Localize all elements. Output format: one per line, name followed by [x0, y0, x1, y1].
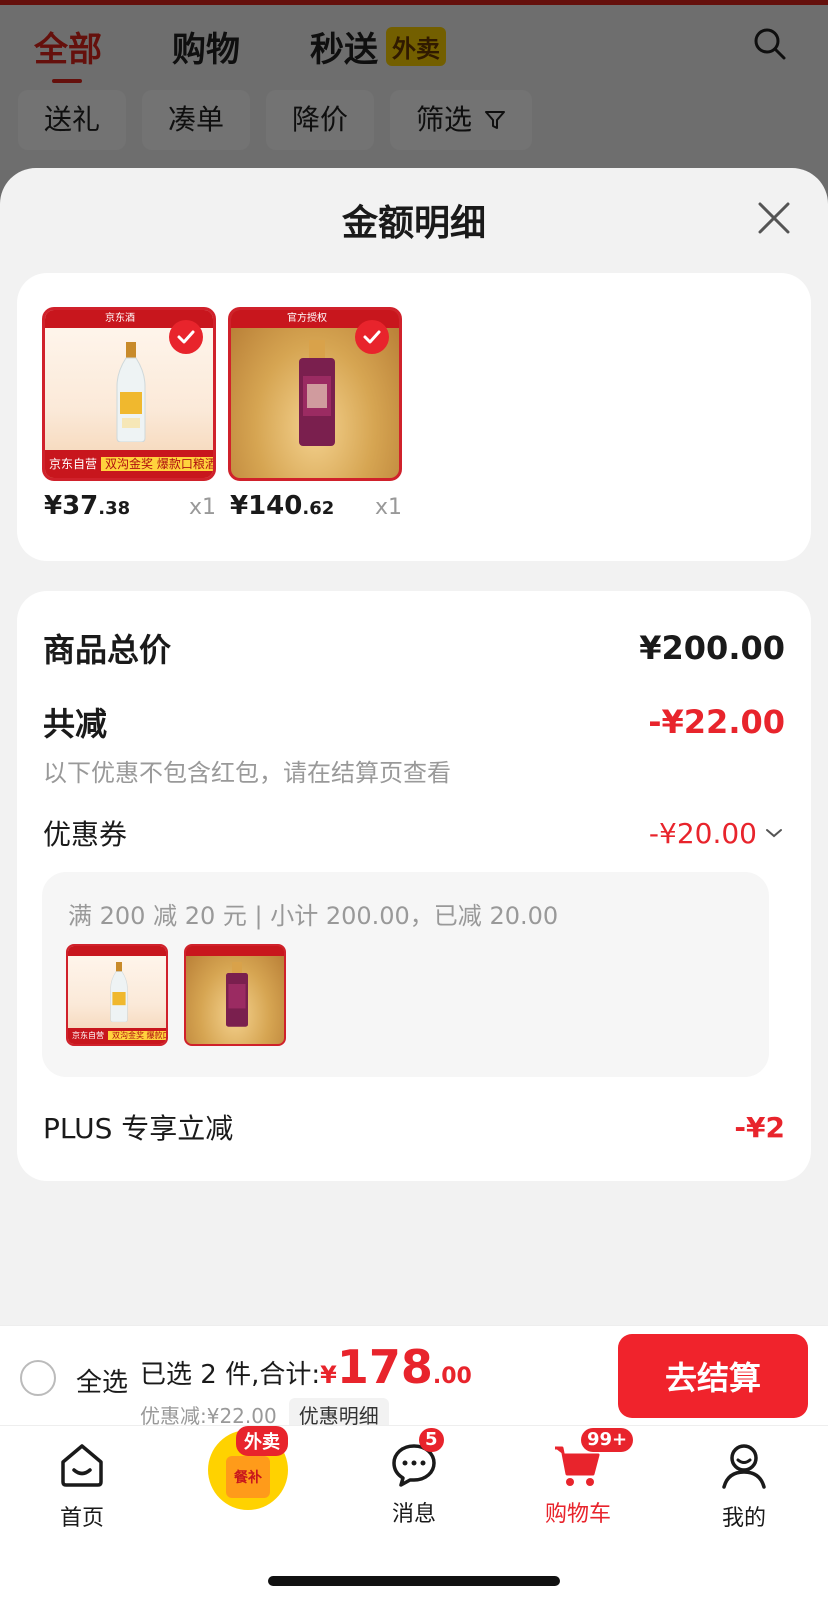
coupon-product-thumb — [184, 944, 286, 1046]
price-int: ¥37 — [44, 491, 99, 521]
product-price: ¥37.38 — [44, 491, 130, 521]
checked-icon[interactable] — [355, 320, 389, 354]
nav-home[interactable]: 首页 — [22, 1440, 142, 1532]
image-banner — [186, 946, 284, 956]
price-int: ¥140 — [230, 491, 303, 521]
selected-products-card: 京东酒 京东自营 双沟金奖 爆款口粮酒 ¥37.38 x1 官方授权 ¥140.… — [17, 273, 811, 561]
cart-badge: 99+ — [581, 1428, 634, 1452]
close-icon[interactable] — [754, 198, 794, 238]
product-image-baijiu: 京东酒 京东自营 双沟金奖 爆款口粮酒 — [42, 307, 216, 481]
checked-icon[interactable] — [169, 320, 203, 354]
bottle-image — [226, 962, 248, 1027]
nav-me[interactable]: 我的 — [684, 1440, 804, 1532]
total-reduce-row: 共减 -¥22.00 — [43, 699, 785, 745]
message-badge: 5 — [419, 1428, 444, 1452]
price-dec: .38 — [98, 498, 131, 519]
product-qty: x1 — [188, 495, 216, 520]
message-icon-wrap: 5 — [389, 1428, 444, 1490]
jd-self-label: 京东自营 — [72, 1031, 104, 1040]
home-icon — [61, 1444, 103, 1487]
product-item[interactable]: 京东酒 京东自营 双沟金奖 爆款口粮酒 ¥37.38 x1 — [42, 307, 216, 521]
price-breakdown-card: 商品总价 ¥200.00 共减 -¥22.00 以下优惠不包含红包，请在结算页查… — [17, 591, 811, 1181]
award-label: 双沟金奖 爆款口粮酒 — [108, 1031, 166, 1040]
amount-detail-sheet: 金额明细 京东酒 京东自营 双沟金奖 爆款口粮酒 ¥37.38 x1 官方授权 … — [0, 168, 828, 1325]
checkout-bar: 全选 已选 2 件,合计: ¥ 178 .00 优惠减:¥22.00 优惠明细 … — [0, 1325, 828, 1431]
plus-discount-value: -¥2 — [734, 1110, 785, 1144]
nav-cart[interactable]: 99+ 购物车 — [518, 1428, 638, 1528]
price-dec: .62 — [302, 498, 335, 519]
product-qty: x1 — [374, 495, 402, 520]
bottle-image — [299, 340, 335, 446]
sheet-title: 金额明细 — [341, 203, 486, 244]
currency-symbol: ¥ — [320, 1361, 337, 1389]
product-item[interactable]: 官方授权 ¥140.62 x1 — [228, 307, 402, 521]
plus-discount-row: PLUS 专享立减 -¥2 — [43, 1107, 785, 1147]
meal-bag-icon: 餐补 — [226, 1456, 270, 1498]
total-reduce-label: 共减 — [43, 705, 108, 743]
reduce-note: 以下优惠不包含红包，请在结算页查看 — [43, 759, 451, 787]
select-all-radio[interactable] — [20, 1360, 56, 1396]
takeaway-tag: 外卖 — [236, 1426, 288, 1456]
product-image-moutai: 官方授权 — [228, 307, 402, 481]
image-banner — [68, 946, 166, 956]
coupon-label: 优惠券 — [43, 818, 128, 851]
total-price-label: 商品总价 — [43, 631, 172, 669]
coupon-detail-box: 满 200 减 20 元 | 小计 200.00，已减 20.00 京东自营 双沟… — [42, 872, 769, 1077]
chevron-down-icon[interactable] — [763, 826, 785, 840]
jd-self-label: 京东自营 — [49, 457, 98, 471]
checkout-summary: 已选 2 件,合计: ¥ 178 .00 — [140, 1340, 472, 1394]
coupon-row[interactable]: 优惠券 -¥20.00 — [43, 813, 785, 853]
nav-me-label: 我的 — [721, 1506, 766, 1531]
select-all-label[interactable]: 全选 — [76, 1362, 128, 1399]
nav-messages[interactable]: 5 消息 — [354, 1428, 474, 1528]
total-reduce-value: -¥22.00 — [648, 703, 785, 741]
award-label: 双沟金奖 爆款口粮酒 — [101, 457, 213, 471]
bottle-image — [116, 342, 146, 442]
total-amount-decimal: .00 — [432, 1364, 472, 1389]
nav-messages-label: 消息 — [391, 1502, 436, 1527]
total-price-value: ¥200.00 — [639, 629, 785, 667]
image-caption: 京东自营双沟金奖 爆款口粮酒 — [68, 1028, 166, 1044]
coupon-value-wrap: -¥20.00 — [649, 817, 785, 850]
coupon-detail-text: 满 200 减 20 元 | 小计 200.00，已减 20.00 — [68, 902, 559, 930]
nav-cart-label: 购物车 — [544, 1502, 611, 1527]
image-caption: 京东自营双沟金奖 爆款口粮酒 — [45, 450, 213, 478]
user-icon — [722, 1444, 766, 1489]
coupon-product-thumb: 京东自营双沟金奖 爆款口粮酒 — [66, 944, 168, 1046]
total-amount: 178 — [336, 1340, 433, 1394]
bottle-image — [110, 962, 128, 1022]
plus-discount-label: PLUS 专享立减 — [43, 1112, 234, 1145]
coupon-value: -¥20.00 — [648, 816, 757, 850]
checkout-button[interactable]: 去结算 — [618, 1334, 808, 1418]
home-indicator — [268, 1576, 560, 1586]
cart-icon-wrap: 99+ — [553, 1428, 634, 1490]
summary-prefix: 已选 2 件,合计: — [140, 1360, 321, 1390]
total-price-row: 商品总价 ¥200.00 — [43, 625, 785, 671]
nav-home-label: 首页 — [59, 1506, 104, 1531]
product-price: ¥140.62 — [230, 491, 334, 521]
